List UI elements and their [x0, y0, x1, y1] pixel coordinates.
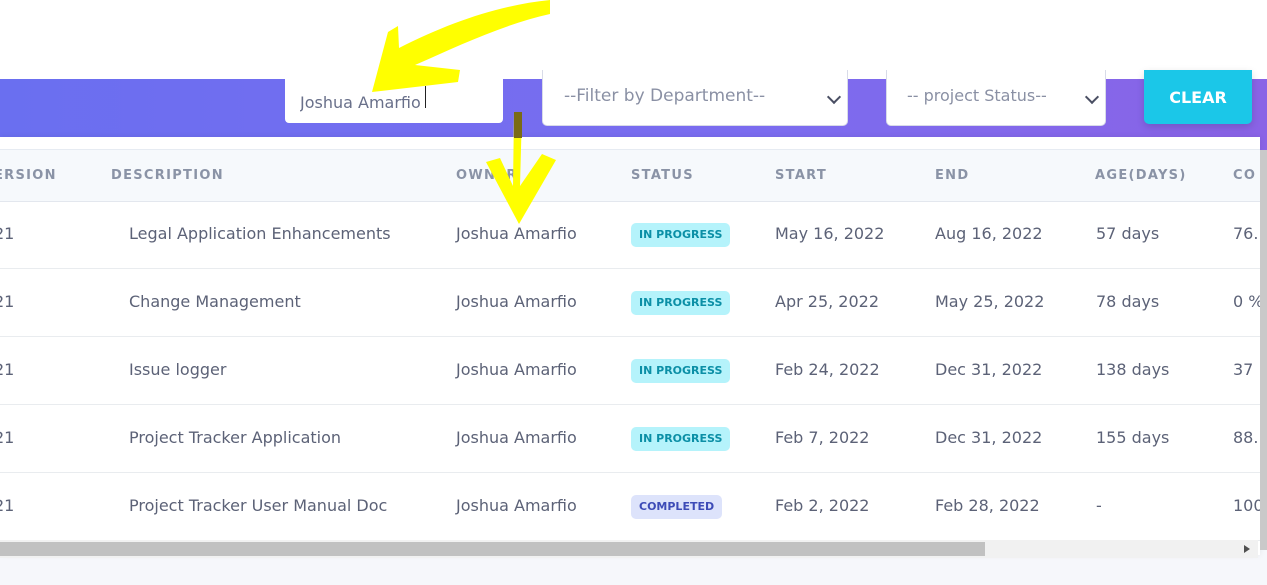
chevron-down-icon [1084, 89, 1100, 105]
table-row[interactable]: 21 Project Tracker User Manual Doc Joshua … [0, 472, 1260, 541]
cell-completion: 76. [1233, 224, 1259, 243]
top-area [0, 0, 1267, 79]
status-badge: COMPLETED [631, 495, 723, 519]
scroll-right-arrow-icon[interactable] [1244, 545, 1250, 553]
cell-owner: Joshua Amarfio [456, 428, 577, 447]
cell-start: May 16, 2022 [775, 224, 885, 243]
scrollbar-thumb[interactable] [0, 542, 985, 556]
status-badge: IN PROGRESS [631, 223, 731, 247]
cell-completion: 0 % [1233, 292, 1260, 311]
chevron-down-icon [826, 89, 842, 105]
cell-version: 21 [0, 496, 15, 515]
cell-description: Project Tracker User Manual Doc [129, 496, 388, 515]
project-status-label: -- project Status-- [907, 86, 1047, 105]
cell-start: Feb 7, 2022 [775, 428, 870, 447]
cell-version: 21 [0, 428, 15, 447]
status-badge: IN PROGRESS [631, 427, 731, 451]
cell-age: 57 days [1096, 224, 1160, 243]
status-badge: IN PROGRESS [631, 291, 731, 315]
horizontal-scrollbar[interactable] [0, 540, 1258, 558]
clear-button[interactable]: CLEAR [1144, 70, 1252, 124]
cell-age: 78 days [1096, 292, 1160, 311]
cell-end: Dec 31, 2022 [935, 428, 1043, 447]
projects-table-card: ERSION DESCRIPTION OWNER STATUS START EN… [0, 137, 1260, 555]
project-status-select[interactable]: -- project Status-- [886, 70, 1106, 126]
vertical-scrollbar[interactable] [1260, 150, 1267, 550]
cell-owner: Joshua Amarfio [456, 292, 577, 311]
cell-completion: 88. [1233, 428, 1259, 447]
cell-description: Legal Application Enhancements [129, 224, 391, 243]
header-description[interactable]: DESCRIPTION [111, 168, 224, 183]
status-badge: IN PROGRESS [631, 359, 731, 383]
cell-owner: Joshua Amarfio [456, 224, 577, 243]
cell-end: May 25, 2022 [935, 292, 1045, 311]
cell-end: Dec 31, 2022 [935, 360, 1043, 379]
cell-completion: 37 ' [1233, 360, 1260, 379]
header-age[interactable]: AGE(DAYS) [1095, 168, 1187, 183]
cell-description: Change Management [129, 292, 301, 311]
cell-version: 21 [0, 224, 15, 243]
search-input[interactable] [285, 70, 503, 123]
cell-age: 155 days [1096, 428, 1170, 447]
header-completion[interactable]: CO [1233, 168, 1256, 183]
department-filter-select[interactable]: --Filter by Department-- [542, 70, 848, 126]
cell-description: Issue logger [129, 360, 227, 379]
cell-age: - [1096, 496, 1102, 515]
table-row[interactable]: 21 Legal Application Enhancements Joshua A… [0, 200, 1260, 269]
header-start[interactable]: START [775, 168, 827, 183]
table-row[interactable]: 21 Change Management Joshua Amarfio IN PROG… [0, 268, 1260, 337]
header-version[interactable]: ERSION [0, 168, 57, 183]
cell-owner: Joshua Amarfio [456, 360, 577, 379]
header-status[interactable]: STATUS [631, 168, 694, 183]
text-caret [425, 86, 426, 108]
cell-start: Apr 25, 2022 [775, 292, 880, 311]
department-filter-label: --Filter by Department-- [564, 86, 766, 106]
table-header: ERSION DESCRIPTION OWNER STATUS START EN… [0, 149, 1260, 202]
cell-version: 21 [0, 360, 15, 379]
cell-start: Feb 2, 2022 [775, 496, 870, 515]
cell-completion: 100 [1233, 496, 1260, 515]
cell-description: Project Tracker Application [129, 428, 342, 447]
cell-owner: Joshua Amarfio [456, 496, 577, 515]
cell-end: Aug 16, 2022 [935, 224, 1043, 243]
cell-end: Feb 28, 2022 [935, 496, 1040, 515]
header-end[interactable]: END [935, 168, 969, 183]
cell-version: 21 [0, 292, 15, 311]
cell-start: Feb 24, 2022 [775, 360, 880, 379]
cell-age: 138 days [1096, 360, 1170, 379]
table-row[interactable]: 21 Issue logger Joshua Amarfio IN PROGRESS F… [0, 336, 1260, 405]
table-row[interactable]: 21 Project Tracker Application Joshua Amar… [0, 404, 1260, 473]
header-owner[interactable]: OWNER [456, 168, 518, 183]
